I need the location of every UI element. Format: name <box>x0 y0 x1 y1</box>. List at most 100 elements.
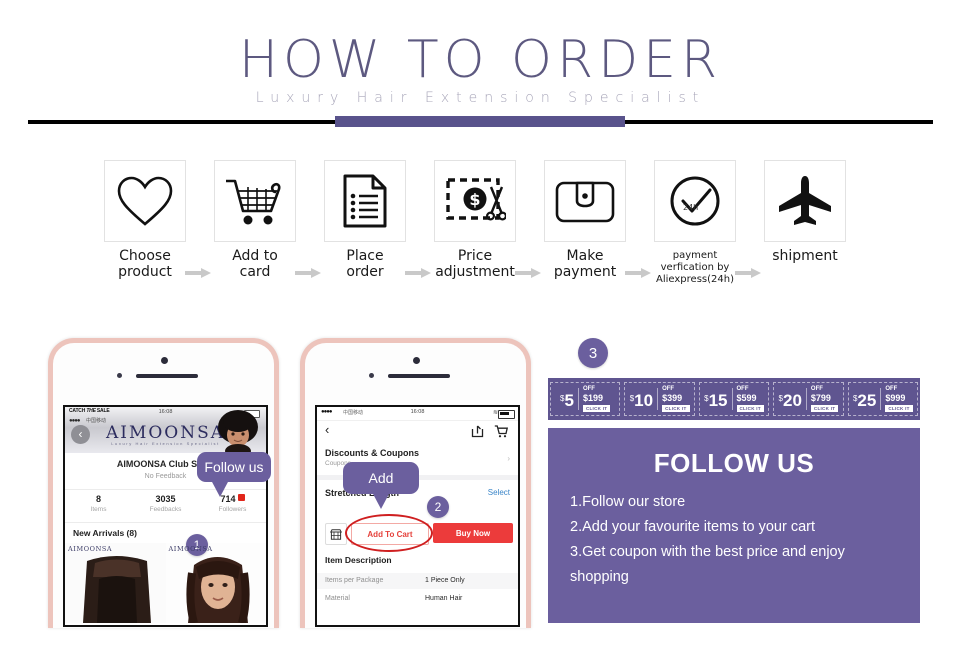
step-label: Place order <box>346 248 384 280</box>
step-place-order: Place order <box>319 160 411 280</box>
step-badge-2: 2 <box>427 496 449 518</box>
coupon-divider <box>880 388 882 410</box>
stat-feedbacks: 3035 Feedbacks <box>149 494 182 513</box>
phone-sensor-icon <box>369 373 374 378</box>
select-link[interactable]: Select <box>488 488 510 497</box>
step-choose-product: Choose product <box>99 160 191 280</box>
step-arrow <box>185 268 211 278</box>
coupon-click-button[interactable]: CLICK IT <box>582 405 611 412</box>
follow-line: 1.Follow our store <box>570 494 686 510</box>
bubble-tail <box>211 480 229 497</box>
airplane-icon <box>779 176 831 225</box>
sale-tag: CATCH THE SALE <box>69 408 110 414</box>
coupon-divider <box>577 388 579 410</box>
coupon-card[interactable]: $5 OFF $199 CLICK IT <box>550 382 621 416</box>
coupon-divider <box>657 388 659 410</box>
step-badge-3: 3 <box>578 338 608 368</box>
carrier-label: 中国移动 <box>343 410 364 416</box>
phone-speaker-icon <box>388 374 450 378</box>
followers-badge-icon <box>237 494 245 501</box>
back-icon[interactable]: ‹ <box>325 422 329 437</box>
follow-us-bubble: Follow us <box>197 452 271 497</box>
coupon-card[interactable]: $25 OFF $999 CLICK IT <box>847 382 919 416</box>
model-photo <box>218 410 258 455</box>
step-icon-box <box>324 160 406 242</box>
phone-screen-store: ●●●● CATCH THE SALE中国移动 16:08 ≋ CATCH TH… <box>63 405 268 627</box>
coupon-card[interactable]: $15 OFF $599 CLICK IT <box>698 382 770 416</box>
store-icon[interactable] <box>325 523 347 545</box>
step-label: Make payment <box>553 248 617 280</box>
follow-line: 2.Add your favourite items to your cart <box>570 519 815 535</box>
cart-icon[interactable] <box>494 425 508 438</box>
step-arrow <box>625 268 651 278</box>
product-thumbnail[interactable]: AIMOONSA <box>165 543 266 623</box>
step-price-adjustment: $ Price adjustment <box>429 160 521 280</box>
coupon-click-button[interactable]: CLICK IT <box>736 405 764 412</box>
step-icon-box: 24h <box>654 160 736 242</box>
step-icon-box: $ <box>434 160 516 242</box>
step-add-to-cart: Add to card <box>209 160 301 280</box>
step-make-payment: Make payment <box>539 160 631 280</box>
buy-now-button[interactable]: Buy Now <box>433 523 513 543</box>
description-row: Material Human Hair <box>325 595 463 602</box>
coupon-card[interactable]: $20 OFF $799 CLICK IT <box>773 382 844 416</box>
follow-line: shopping <box>570 569 629 585</box>
phone-sensor-icon <box>117 373 122 378</box>
phone-mockup-store: ●●●● CATCH THE SALE中国移动 16:08 ≋ CATCH TH… <box>48 338 279 628</box>
svg-text:$: $ <box>469 190 480 209</box>
step-arrow <box>515 268 541 278</box>
stat-followers: 714 Followers <box>218 494 247 513</box>
phone-camera-icon <box>413 357 420 364</box>
step-label: Choose product <box>118 248 172 280</box>
steps-row: Choose product Add to card Place order $… <box>0 160 961 295</box>
store-stats: 8 Items 3035 Feedbacks 714 Followers <box>65 489 266 523</box>
step-arrow <box>735 268 761 278</box>
product-thumbnail[interactable]: AIMOONSA <box>65 543 166 623</box>
coupon-click-button[interactable]: CLICK IT <box>662 405 690 412</box>
step-label: Price adjustment <box>435 248 515 280</box>
add-to-cart-highlight <box>345 514 433 552</box>
coupon-click-button[interactable]: CLICK IT <box>885 405 913 412</box>
step-arrow <box>295 268 321 278</box>
stat-items: 8 Items <box>90 494 107 513</box>
add-bubble: Add <box>343 462 419 509</box>
item-description-heading: Item Description <box>325 555 392 565</box>
step-icon-box <box>214 160 296 242</box>
coupon-divider <box>805 388 807 410</box>
status-time: 16:08 <box>410 409 425 415</box>
share-icon[interactable] <box>471 425 484 438</box>
page-subtitle: Luxury Hair Extension Specialist <box>255 90 706 106</box>
step-arrow <box>405 268 431 278</box>
coupon-click-button[interactable]: CLICK IT <box>810 405 839 412</box>
step-icon-box <box>104 160 186 242</box>
step-payment-verification: 24h payment verfication by Aliexpress(24h) <box>649 160 741 286</box>
step-label: payment verfication by Aliexpress(24h) <box>656 250 734 285</box>
heart-icon <box>117 176 173 226</box>
chevron-right-icon: › <box>507 454 510 463</box>
step-icon-box <box>544 160 626 242</box>
coupon-divider <box>731 388 733 410</box>
cart-icon <box>226 179 281 225</box>
follow-us-title: FOLLOW US <box>653 448 815 478</box>
phone-camera-icon <box>161 357 168 364</box>
phone-screen-product: ●●●● 中国移动 16:08 ≋ ‹ Discounts & Coupons … <box>315 405 520 627</box>
status-bar: ●●●● 中国移动 16:08 ≋ <box>317 407 518 421</box>
product-nav-bar: ‹ <box>317 420 518 442</box>
page-title: HOW TO ORDER <box>238 30 723 90</box>
coupon-card[interactable]: $10 OFF $399 CLICK IT <box>624 382 695 416</box>
model-hair-image <box>165 543 266 623</box>
store-banner: ●●●● CATCH THE SALE中国移动 16:08 ≋ CATCH TH… <box>65 407 266 455</box>
storefront-icon <box>330 528 342 540</box>
step-icon-box <box>764 160 846 242</box>
step-label: shipment <box>772 248 838 264</box>
follow-line: 3.Get coupon with the best price and enj… <box>570 544 845 560</box>
battery-icon <box>498 410 515 419</box>
new-arrivals-heading: New Arrivals (8) <box>73 528 137 538</box>
step-shipment: shipment <box>759 160 851 264</box>
how-to-order-infographic: HOW TO ORDER Luxury Hair Extension Speci… <box>0 0 961 658</box>
header: HOW TO ORDER Luxury Hair Extension Speci… <box>0 0 961 134</box>
description-row: Items per Package 1 Piece Only <box>317 573 518 589</box>
wallet-icon <box>555 181 615 223</box>
header-divider-accent <box>335 116 625 127</box>
hair-bundle-image <box>65 543 166 623</box>
